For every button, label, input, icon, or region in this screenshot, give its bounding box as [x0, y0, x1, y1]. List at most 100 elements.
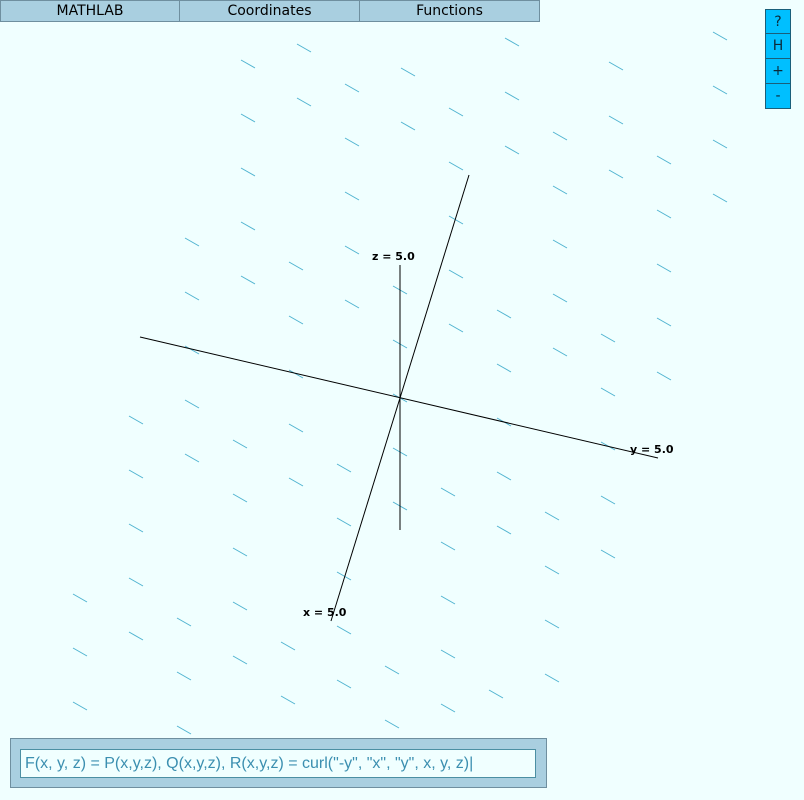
field-vector: [496, 471, 512, 481]
field-vector: [440, 541, 456, 551]
field-vector: [496, 309, 512, 319]
field-vector: [240, 167, 256, 177]
field-vector: [488, 689, 504, 699]
field-vector: [240, 275, 256, 285]
field-vector: [288, 423, 304, 433]
field-vector: [176, 617, 192, 627]
field-vector: [600, 333, 616, 343]
field-vector: [656, 263, 672, 273]
field-vector: [128, 577, 144, 587]
field-vector: [608, 169, 624, 179]
field-vector: [712, 85, 728, 95]
field-vector: [128, 469, 144, 479]
field-vector: [232, 493, 248, 503]
field-vector: [72, 647, 88, 657]
field-vector: [656, 371, 672, 381]
vector-field-plot[interactable]: z = 5.0 y = 5.0 x = 5.0: [0, 0, 804, 800]
field-vector: [240, 221, 256, 231]
field-vector: [232, 547, 248, 557]
field-vector: [288, 261, 304, 271]
field-vector: [544, 511, 560, 521]
y-axis-label: y = 5.0: [630, 443, 674, 456]
field-vector: [336, 463, 352, 473]
field-vector: [448, 269, 464, 279]
field-vector: [504, 145, 520, 155]
field-vector: [496, 363, 512, 373]
command-panel: F(x, y, z) = P(x,y,z), Q(x,y,z), R(x,y,z…: [10, 738, 547, 788]
field-vector: [600, 549, 616, 559]
field-vector: [296, 43, 312, 53]
field-vector: [384, 719, 400, 729]
field-vector: [232, 655, 248, 665]
field-vector: [336, 625, 352, 635]
field-vector: [448, 323, 464, 333]
field-vector: [184, 237, 200, 247]
field-vector: [504, 37, 520, 47]
field-vector: [288, 477, 304, 487]
field-vector: [232, 601, 248, 611]
home-button[interactable]: H: [765, 34, 791, 59]
field-vector: [128, 523, 144, 533]
field-vector: [600, 495, 616, 505]
field-vector: [344, 299, 360, 309]
field-vector: [544, 619, 560, 629]
field-vector: [232, 439, 248, 449]
field-vector: [184, 291, 200, 301]
command-input[interactable]: F(x, y, z) = P(x,y,z), Q(x,y,z), R(x,y,z…: [20, 749, 536, 778]
field-vector: [288, 315, 304, 325]
field-vector: [656, 317, 672, 327]
field-vector: [712, 139, 728, 149]
field-vector: [496, 525, 512, 535]
field-vector: [552, 185, 568, 195]
axes: [139, 174, 659, 622]
zoom-in-button[interactable]: +: [765, 59, 791, 84]
field-vector: [184, 453, 200, 463]
field-vector: [448, 107, 464, 117]
field-vector: [240, 59, 256, 69]
field-vector: [656, 209, 672, 219]
z-axis-label: z = 5.0: [372, 250, 415, 263]
field-vector: [72, 593, 88, 603]
field-vector: [504, 91, 520, 101]
field-vector: [656, 155, 672, 165]
side-button-panel: ? H + -: [765, 9, 791, 109]
field-vector: [184, 399, 200, 409]
field-vector: [344, 83, 360, 93]
field-vector: [552, 131, 568, 141]
field-vector: [344, 137, 360, 147]
field-vector: [344, 245, 360, 255]
field-vector: [240, 113, 256, 123]
y-axis: [139, 336, 659, 459]
field-vector: [400, 121, 416, 131]
field-vector: [712, 193, 728, 203]
field-vector: [344, 191, 360, 201]
zoom-out-button[interactable]: -: [765, 84, 791, 109]
field-vector: [280, 695, 296, 705]
field-vector: [552, 239, 568, 249]
field-vector: [176, 725, 192, 735]
field-vector: [544, 673, 560, 683]
field-vector: [448, 161, 464, 171]
field-vector: [288, 369, 304, 379]
field-vector: [712, 31, 728, 41]
help-button[interactable]: ?: [765, 9, 791, 34]
field-vector: [440, 595, 456, 605]
field-vector: [544, 565, 560, 575]
field-vector: [608, 115, 624, 125]
field-vector: [608, 61, 624, 71]
field-vector: [336, 679, 352, 689]
field-vector: [72, 701, 88, 711]
field-vector: [440, 703, 456, 713]
field-vector: [600, 387, 616, 397]
x-axis-label: x = 5.0: [303, 606, 347, 619]
field-vector: [280, 641, 296, 651]
field-vector: [440, 487, 456, 497]
field-vector: [296, 97, 312, 107]
field-vector: [400, 67, 416, 77]
field-vector: [384, 665, 400, 675]
field-vector: [440, 649, 456, 659]
field-vector: [336, 517, 352, 527]
field-vector: [552, 347, 568, 357]
field-vector: [128, 415, 144, 425]
field-vector: [128, 631, 144, 641]
